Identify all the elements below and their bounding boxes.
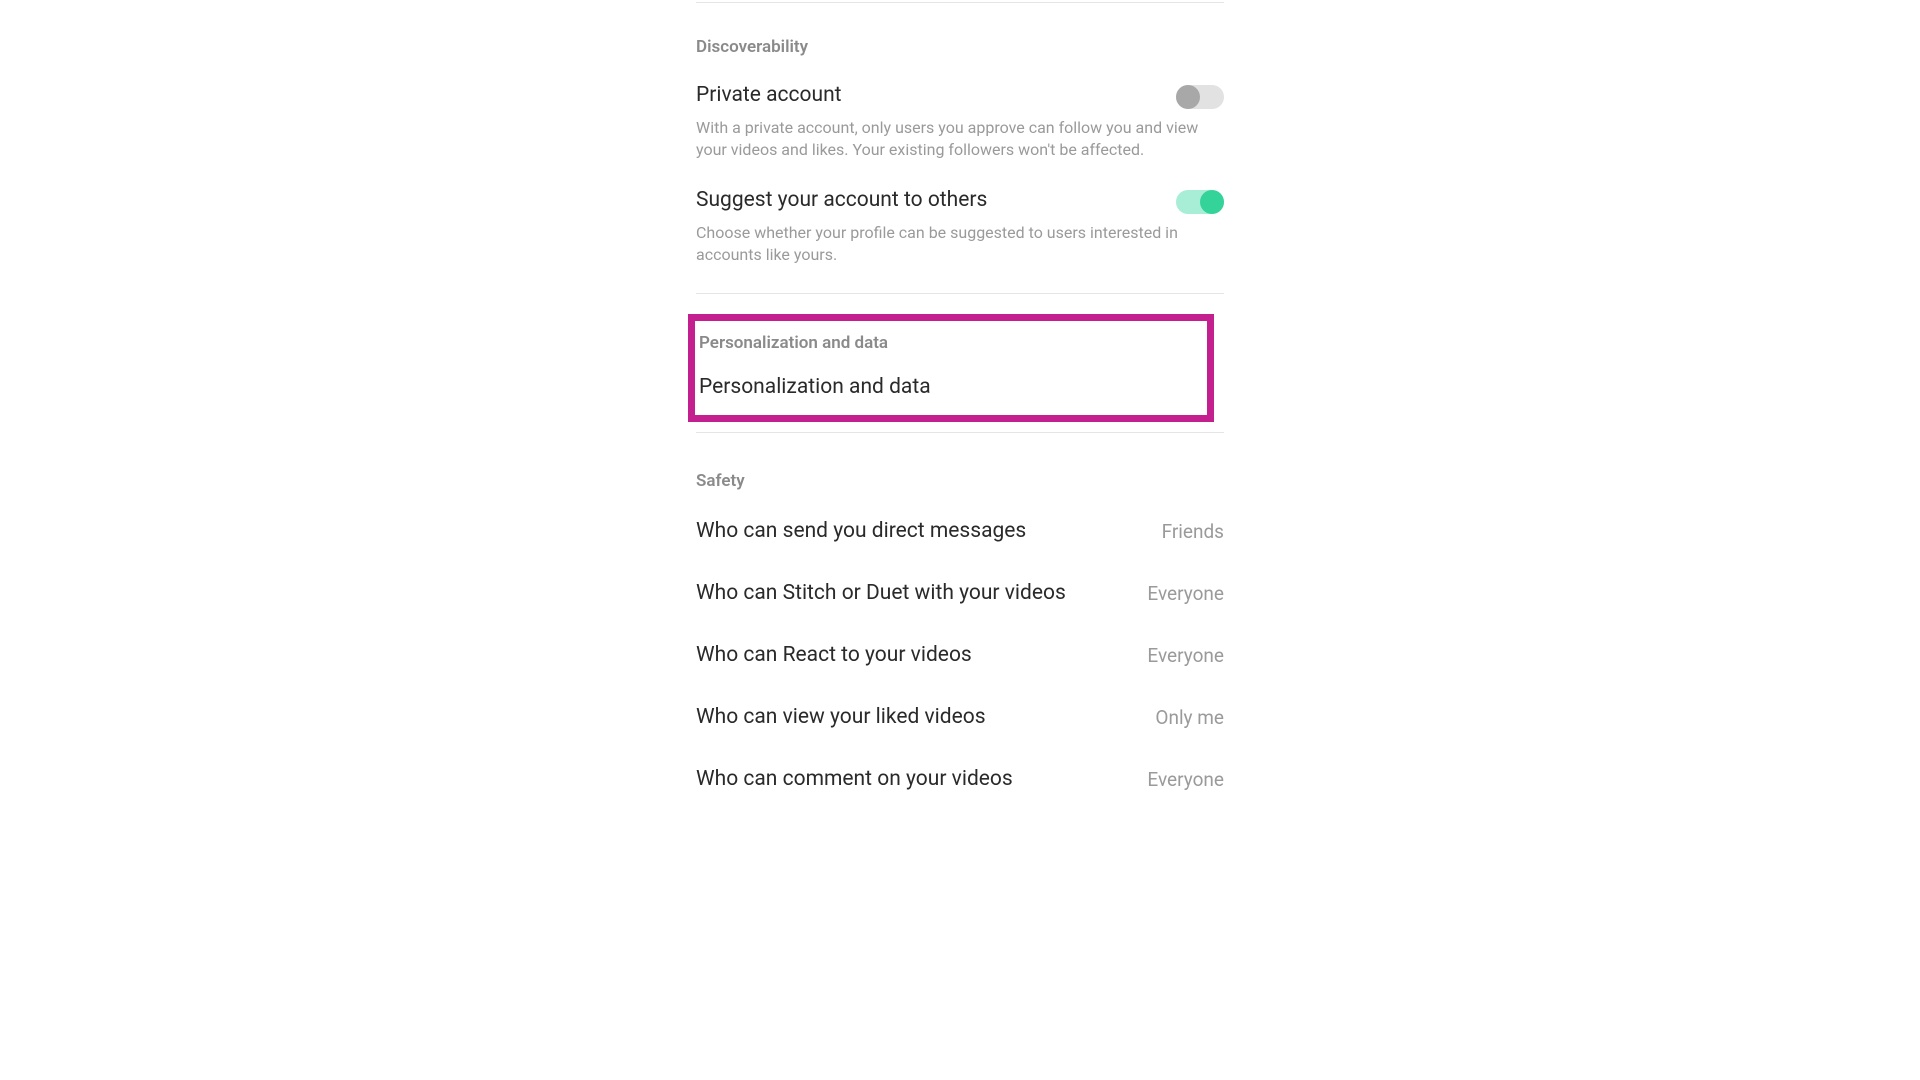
section-divider	[696, 432, 1224, 433]
safety-row-direct-messages[interactable]: Who can send you direct messages Friends	[696, 519, 1224, 543]
private-account-row: Private account	[696, 83, 1224, 109]
personalization-highlight: Personalization and data Personalization…	[688, 314, 1214, 422]
suggest-account-toggle[interactable]	[1176, 190, 1224, 214]
safety-row-liked-videos[interactable]: Who can view your liked videos Only me	[696, 705, 1224, 729]
safety-header: Safety	[696, 471, 1224, 491]
suggest-account-title: Suggest your account to others	[696, 188, 987, 212]
discoverability-header: Discoverability	[696, 37, 1224, 57]
top-divider	[696, 2, 1224, 3]
safety-row-react[interactable]: Who can React to your videos Everyone	[696, 643, 1224, 667]
safety-label: Who can view your liked videos	[696, 705, 986, 729]
section-divider	[696, 293, 1224, 294]
suggest-account-description: Choose whether your profile can be sugge…	[696, 222, 1224, 265]
safety-value: Everyone	[1147, 644, 1224, 667]
private-account-description: With a private account, only users you a…	[696, 117, 1224, 160]
settings-container: Discoverability Private account With a p…	[696, 0, 1224, 791]
safety-label: Who can Stitch or Duet with your videos	[696, 581, 1066, 605]
toggle-handle	[1176, 85, 1200, 109]
toggle-handle	[1200, 190, 1224, 214]
personalization-item[interactable]: Personalization and data	[699, 375, 1203, 399]
safety-label: Who can send you direct messages	[696, 519, 1026, 543]
safety-value: Only me	[1155, 706, 1224, 729]
safety-section: Safety Who can send you direct messages …	[696, 471, 1224, 791]
safety-label: Who can React to your videos	[696, 643, 972, 667]
private-account-toggle[interactable]	[1176, 85, 1224, 109]
suggest-account-row: Suggest your account to others	[696, 188, 1224, 214]
personalization-header: Personalization and data	[699, 333, 1203, 353]
safety-row-stitch-duet[interactable]: Who can Stitch or Duet with your videos …	[696, 581, 1224, 605]
discoverability-section: Discoverability Private account With a p…	[696, 37, 1224, 265]
safety-value: Everyone	[1147, 768, 1224, 791]
safety-value: Friends	[1162, 520, 1224, 543]
safety-row-comment[interactable]: Who can comment on your videos Everyone	[696, 767, 1224, 791]
private-account-title: Private account	[696, 83, 842, 107]
safety-label: Who can comment on your videos	[696, 767, 1013, 791]
safety-value: Everyone	[1147, 582, 1224, 605]
